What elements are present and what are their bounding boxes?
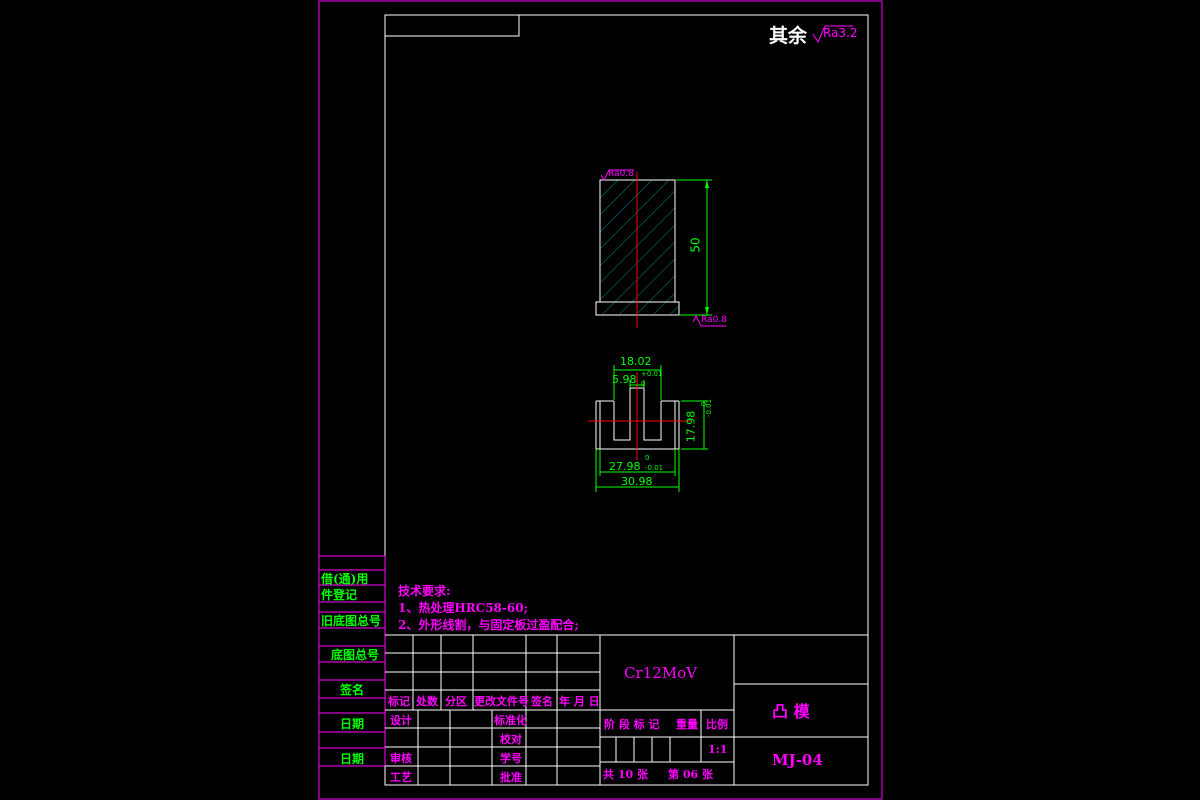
stage-header-scale: 比例 <box>706 718 728 731</box>
dim-inner-tolerance-low: -0.01 <box>645 464 664 472</box>
row-process: 工艺 <box>390 771 412 784</box>
tech-requirement-2: 2、外形线割，与固定板过盈配合; <box>398 618 579 632</box>
margin-label-borrow: 借(通)用 <box>321 572 369 586</box>
dim-slot-tolerance: +0.01 <box>641 370 663 378</box>
roughness-prefix: 其余 <box>769 25 808 47</box>
drawing-sheet <box>318 0 883 800</box>
drawing-number: MJ-04 <box>772 751 823 769</box>
scale-value: 1:1 <box>708 743 728 756</box>
stage-header-weight: 重量 <box>676 718 698 731</box>
dim-inner-label: 27.98 <box>609 460 641 473</box>
margin-label-old-base: 旧底图总号 <box>321 614 382 628</box>
dim-outer-label: 30.98 <box>621 475 653 488</box>
margin-label-date-2: 日期 <box>340 752 365 766</box>
dim-slot-tolerance-low: 0 <box>641 380 646 388</box>
rev-header-count: 处数 <box>416 695 438 708</box>
height-dimension-label: 50 <box>688 237 703 253</box>
margin-label-date-1: 日期 <box>340 717 365 731</box>
bottom-roughness-label: Ra0.8 <box>701 315 727 325</box>
rev-header-zone: 分区 <box>445 695 467 708</box>
dim-height-tolerance-low: -0.01 <box>705 398 714 418</box>
tech-requirement-1: 1、热处理HRC58-60; <box>398 601 529 615</box>
material-label: Cr12MoV <box>624 664 697 682</box>
corner-box <box>384 14 520 37</box>
dim-inner-tolerance: 0 <box>645 454 650 462</box>
rev-header-docno: 更改文件号 <box>474 695 529 708</box>
rev-header-sign: 签名 <box>531 695 553 708</box>
margin-label-register: 件登记 <box>321 588 358 602</box>
dim-top-label: 18.02 <box>620 355 652 368</box>
rev-header-mark: 标记 <box>388 695 410 708</box>
sheets-total: 共 10 张 <box>603 768 648 781</box>
dim-height-label: 17.98 <box>684 410 698 443</box>
row-standardize: 标准化 <box>494 714 527 727</box>
row-review: 审核 <box>390 752 412 765</box>
row-check: 校对 <box>500 733 522 746</box>
part-name: 凸 模 <box>772 702 810 721</box>
margin-label-base: 底图总号 <box>331 648 380 662</box>
part-main-view <box>595 169 726 328</box>
row-proofread: 学号 <box>500 752 522 765</box>
roughness-value: Ra3.2 <box>823 26 858 40</box>
dim-slot-label: 5.98 <box>612 373 637 386</box>
stage-header-mark: 阶 段 标 记 <box>604 718 660 731</box>
top-roughness-label: Ra0.8 <box>608 169 634 179</box>
row-approve: 批准 <box>500 771 522 784</box>
sheet-number: 第 06 张 <box>668 768 713 781</box>
margin-label-sign: 签名 <box>340 683 365 697</box>
rev-header-date: 年 月 日 <box>559 695 600 708</box>
row-design: 设计 <box>390 714 412 727</box>
tech-requirements-title: 技术要求: <box>398 584 451 598</box>
